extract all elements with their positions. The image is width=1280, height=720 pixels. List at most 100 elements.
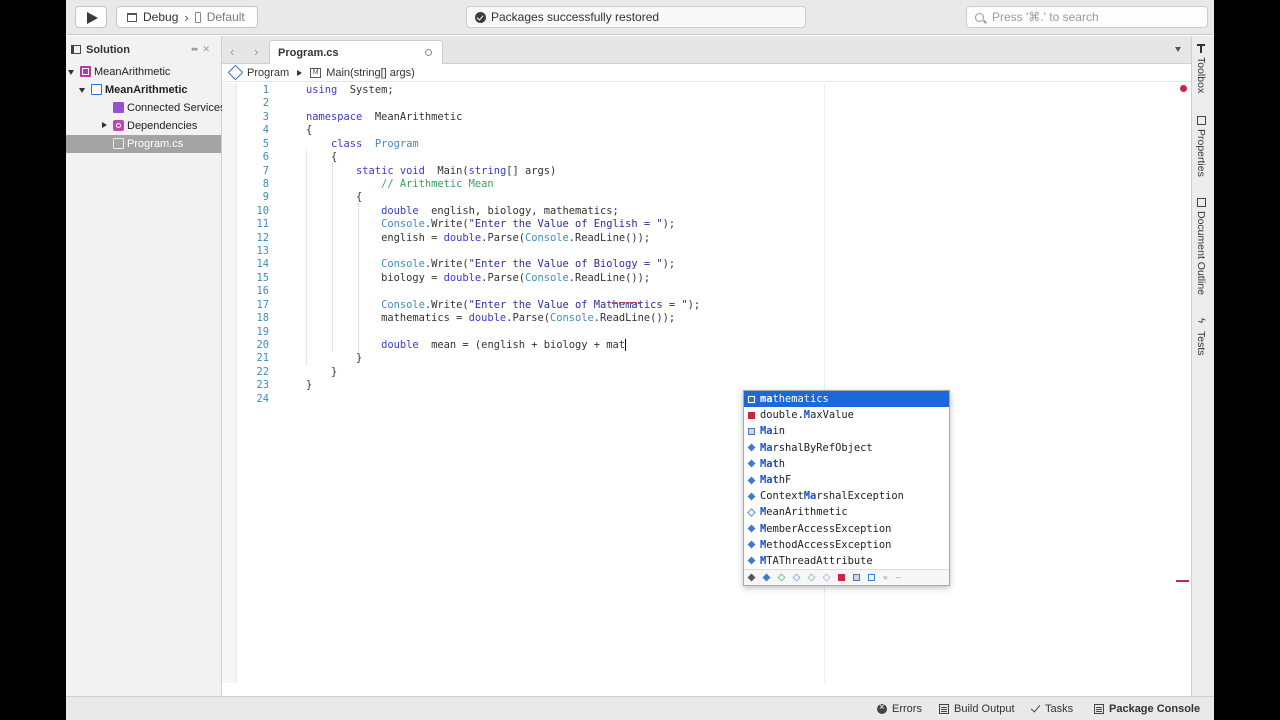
completion-item[interactable]: Mat h (744, 456, 949, 472)
code-line[interactable]: 14 Console.Write("Enter the Value of Bio… (222, 258, 1191, 271)
path-class[interactable]: Program (247, 67, 289, 79)
completion-item[interactable]: ma thematics (744, 391, 949, 408)
code-line[interactable]: 15 biology = double.Parse(Console.ReadLi… (222, 272, 1191, 285)
configuration-selector[interactable]: Debug › Default (116, 6, 258, 28)
disclosure-closed-icon[interactable] (102, 122, 107, 128)
completion-item[interactable]: Context Ma rshalException (744, 488, 949, 504)
code-line[interactable]: 24 (222, 393, 1191, 406)
code-token: class (331, 137, 363, 150)
disclosure-open-icon[interactable] (68, 70, 74, 75)
code-line[interactable]: 16 (222, 285, 1191, 298)
tab-program-cs[interactable]: Program.cs (269, 40, 443, 64)
code-area[interactable]: 1 using System; 2 3 namespace MeanArithmetic… (222, 83, 1191, 683)
error-indicator-icon[interactable] (1180, 85, 1187, 92)
completion-item[interactable]: double. MaxValue (744, 407, 949, 423)
errors-pad-button[interactable]: Errors (877, 702, 922, 715)
code-token: .Write( (424, 298, 469, 311)
dock-toolbox[interactable]: Toolbox (1195, 44, 1207, 93)
tree-item[interactable]: Program.cs (66, 135, 221, 153)
code-line[interactable]: 12 english = double.Parse(Console.ReadLi… (222, 232, 1191, 245)
properties-icon (1196, 116, 1206, 125)
code-line[interactable]: 10 double english, biology, mathematics; (222, 205, 1191, 218)
completion-text-match: Mat (760, 474, 779, 487)
code-token: biology = (306, 271, 444, 284)
completion-text-post: eanArithmetic (766, 506, 848, 519)
back-arrow-icon[interactable]: ‹ (230, 44, 234, 59)
code-line[interactable]: 1 using System; (222, 84, 1191, 97)
code-token: [] args) (506, 164, 557, 177)
code-token: string (468, 164, 507, 177)
code-line[interactable]: 8 // Arithmetic Mean (222, 178, 1191, 191)
code-line[interactable]: 18 mathematics = double.Parse(Console.Re… (222, 312, 1191, 325)
build-output-button[interactable]: Build Output (939, 703, 1015, 715)
package-console-button[interactable]: Package Console (1094, 703, 1200, 715)
completion-item[interactable]: Mat hF (744, 472, 949, 488)
code-line[interactable]: 3 namespace MeanArithmetic (222, 111, 1191, 124)
filter-event-icon[interactable]: ✕ (883, 574, 888, 582)
filter-delegate-icon[interactable] (822, 573, 831, 582)
tree-item[interactable]: Connected Services (66, 99, 225, 117)
build-output-icon (939, 704, 949, 714)
code-line[interactable]: 4{ (222, 124, 1191, 137)
solution-pad-icon (71, 45, 81, 54)
code-line[interactable]: 19 (222, 326, 1191, 339)
tab-dropdown-icon[interactable] (1175, 47, 1181, 52)
ide-window: Debug › Default Packages successfully re… (66, 0, 1214, 720)
completion-item[interactable]: Ma rshalByRefObject (744, 440, 949, 456)
dock-properties[interactable]: Properties (1195, 116, 1207, 177)
completion-item[interactable]: Ma in (744, 423, 949, 439)
code-line[interactable]: 6 { (222, 151, 1191, 164)
disclosure-open-icon[interactable] (79, 88, 85, 93)
filter-interface-icon[interactable] (792, 573, 801, 582)
path-method[interactable]: Main(string[] args) (326, 67, 415, 79)
completion-item[interactable]: MemberAccessException (744, 521, 949, 537)
tasks-button[interactable]: Tasks (1030, 702, 1073, 715)
run-button[interactable] (75, 6, 107, 28)
tab-close-icon[interactable] (425, 49, 432, 56)
code-line[interactable]: 7 static void Main(string[] args) (222, 165, 1191, 178)
code-line[interactable]: 5 class Program (222, 138, 1191, 151)
window-icon (127, 12, 137, 22)
filter-enum-icon[interactable] (807, 573, 816, 582)
filter-struct-icon[interactable] (777, 573, 786, 582)
completion-item[interactable]: M TAThreadAttribute (744, 553, 949, 569)
code-line[interactable]: 2 (222, 97, 1191, 110)
line-text: using System; (306, 84, 394, 97)
line-text: biology = double.Parse(Console.ReadLine(… (306, 272, 650, 285)
code-line[interactable]: 23} (222, 379, 1191, 392)
tree-item[interactable]: MeanArithmetic (66, 63, 221, 81)
completion-filter-bar: ✕ — (744, 569, 949, 585)
filter-all-icon[interactable] (747, 573, 756, 582)
filter-constant-icon[interactable] (838, 574, 845, 581)
search-input[interactable] (992, 10, 1192, 24)
filter-method-icon[interactable] (853, 574, 860, 581)
code-line[interactable]: 13 (222, 245, 1191, 258)
code-line[interactable]: 17 Console.Write("Enter the Value of Mat… (222, 299, 1191, 312)
filter-field-icon[interactable]: — (896, 574, 901, 582)
completion-item[interactable]: MethodAccessException (744, 537, 949, 553)
field-icon (747, 394, 756, 404)
search-box[interactable] (966, 6, 1208, 28)
pad-controls[interactable]: ⬌✕ (191, 44, 214, 55)
scrollbar-error-marker[interactable] (1176, 580, 1189, 582)
tree-item[interactable]: Dependencies (66, 117, 221, 135)
filter-class-icon[interactable] (762, 573, 771, 582)
code-line[interactable]: 21 } (222, 352, 1191, 365)
line-number: 19 (256, 325, 269, 338)
code-line[interactable]: 9 { (222, 191, 1191, 204)
errors-label: Errors (892, 703, 922, 715)
code-line[interactable]: 20 double mean = (english + biology + ma… (222, 338, 1191, 352)
code-token: } (306, 379, 313, 392)
dock-tests[interactable]: ϟ Tests (1195, 318, 1207, 356)
completion-item[interactable]: MeanArithmetic (744, 504, 949, 520)
forward-arrow-icon[interactable]: › (254, 44, 258, 59)
completion-text-match: Ma (803, 490, 817, 503)
code-token: Console (524, 271, 569, 284)
code-line[interactable]: 11 Console.Write("Enter the Value of Eng… (222, 218, 1191, 231)
filter-property-icon[interactable] (868, 574, 875, 581)
line-text: mathematics = double.Parse(Console.ReadL… (306, 312, 675, 325)
dock-document-outline[interactable]: Document Outline (1195, 198, 1207, 295)
status-bar: Errors Build Output Tasks Package Consol… (66, 696, 1214, 720)
code-line[interactable]: 22 } (222, 366, 1191, 379)
tree-item[interactable]: MeanArithmetic (66, 81, 221, 99)
